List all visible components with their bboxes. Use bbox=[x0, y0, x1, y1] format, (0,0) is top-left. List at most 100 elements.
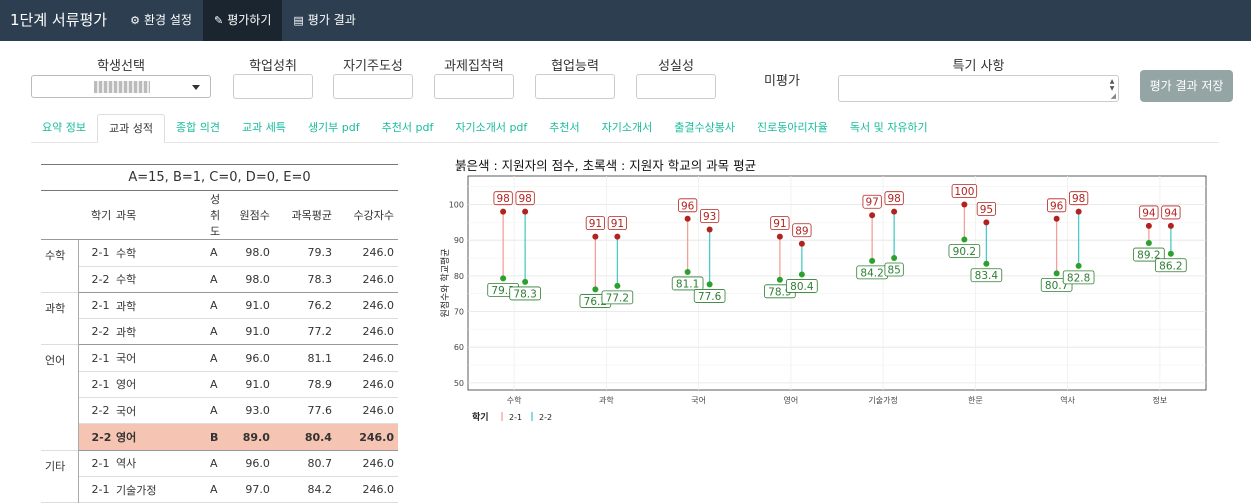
y-axis-label: 원점수와 학교평균 bbox=[440, 248, 451, 317]
semester-cell: 2-2 bbox=[78, 266, 112, 293]
achievement-cell: A bbox=[210, 246, 218, 260]
score-point bbox=[500, 208, 507, 215]
tab-overall-opinion[interactable]: 종합 의견 bbox=[165, 114, 231, 142]
tab-self-intro[interactable]: 자기소개서 bbox=[591, 114, 664, 142]
students-cell: 246.0 bbox=[362, 404, 395, 418]
score-label: 91 bbox=[611, 218, 624, 230]
average-point bbox=[891, 255, 898, 262]
score-label: 95 bbox=[980, 204, 993, 216]
score-cell: 91.0 bbox=[226, 318, 274, 346]
score-label: 98 bbox=[518, 193, 531, 205]
score-cell: 97.0 bbox=[245, 483, 270, 497]
subject-cell: 국어 bbox=[116, 404, 137, 418]
score-point bbox=[776, 233, 783, 240]
average-point bbox=[592, 286, 599, 293]
tab-reading[interactable]: 독서 및 자유하기 bbox=[839, 114, 939, 142]
resize-grip-icon[interactable]: ◢ bbox=[1111, 92, 1116, 100]
students-cell: 246.0 bbox=[335, 266, 398, 293]
semester-cell: 2-2 bbox=[78, 423, 112, 451]
score-point bbox=[1075, 208, 1082, 215]
average-cell: 79.3 bbox=[307, 246, 332, 260]
average-point bbox=[961, 236, 968, 243]
score-label: 93 bbox=[703, 211, 716, 223]
x-tick-label: 국어 bbox=[691, 395, 706, 405]
average-point bbox=[1075, 262, 1082, 269]
achievement-cell: A bbox=[210, 404, 218, 418]
tab-recommendation[interactable]: 추천서 bbox=[538, 114, 590, 142]
students-cell: 246.0 bbox=[362, 246, 395, 260]
score-point bbox=[983, 219, 990, 226]
subject-cell: 수학 bbox=[116, 246, 137, 260]
group-cell: 과학 bbox=[41, 292, 79, 345]
nav-evaluate-label: 평가하기 bbox=[227, 13, 272, 27]
average-point bbox=[1053, 270, 1060, 277]
score-point bbox=[798, 240, 805, 247]
remarks-textarea[interactable]: ▲ ▼ ◢ bbox=[838, 75, 1119, 102]
field-label-persistence: 과제집착력 bbox=[444, 59, 504, 74]
students-cell: 246.0 bbox=[362, 456, 395, 470]
x-tick-label: 역사 bbox=[1060, 395, 1075, 405]
score-point bbox=[614, 233, 621, 240]
table-row-highlighted: 2-2 영어 B 89.0 80.4 246.0 bbox=[41, 423, 398, 451]
col-header-achievement: 성취도 bbox=[168, 190, 226, 241]
average-point bbox=[1167, 250, 1174, 257]
top-navbar: 1단계 서류평가 ⚙ 환경 설정 ✎ 평가하기 ▤ 평가 결과 bbox=[0, 0, 1251, 41]
semester-cell: 2-1 bbox=[91, 299, 110, 313]
nav-settings[interactable]: ⚙ 환경 설정 bbox=[119, 0, 203, 41]
score-point bbox=[1145, 222, 1152, 229]
tab-subject-details[interactable]: 교과 세특 bbox=[231, 114, 297, 142]
tab-summary[interactable]: 요약 정보 bbox=[31, 114, 97, 142]
student-select-label: 학생선택 bbox=[97, 59, 145, 74]
achievement-cell: A bbox=[210, 483, 218, 497]
table-row: 2-2 수학 A 98.0 78.3 246.0 bbox=[41, 266, 398, 293]
tab-career-club[interactable]: 진로동아리자율 bbox=[746, 114, 839, 142]
col-header-subject: 과목 bbox=[112, 190, 168, 241]
average-label: 86.2 bbox=[1159, 260, 1182, 272]
academic-input[interactable] bbox=[233, 74, 313, 99]
y-tick-label: 90 bbox=[454, 236, 464, 245]
table-row: 기타 2-1 역사 A 96.0 80.7 246.0 bbox=[41, 450, 398, 503]
save-result-button[interactable]: 평가 결과 저장 bbox=[1140, 70, 1233, 102]
tab-recommendation-pdf[interactable]: 추천서 pdf bbox=[371, 114, 445, 142]
average-point bbox=[983, 260, 990, 267]
score-cell: 89.0 bbox=[226, 423, 274, 451]
group-cell: 언어 bbox=[41, 344, 79, 451]
tab-grades[interactable]: 교과 성적 bbox=[96, 114, 165, 143]
score-point bbox=[961, 201, 968, 208]
achievement-cell: B bbox=[168, 423, 226, 451]
tab-record-pdf[interactable]: 생기부 pdf bbox=[297, 114, 371, 142]
x-tick-label: 기술가정 bbox=[868, 395, 897, 405]
selfdirected-input[interactable] bbox=[333, 74, 413, 99]
students-cell: 246.0 bbox=[362, 483, 395, 497]
field-label-sincerity: 성실성 bbox=[658, 59, 694, 74]
y-tick-label: 100 bbox=[449, 201, 464, 210]
subject-cell: 영어 bbox=[116, 378, 137, 392]
tab-self-intro-pdf[interactable]: 자기소개서 pdf bbox=[444, 114, 538, 142]
table-row: 2-2 과학 A 91.0 77.2 246.0 bbox=[41, 318, 398, 346]
col-header-group bbox=[41, 190, 78, 241]
unrated-status: 미평가 bbox=[764, 74, 800, 89]
score-cell: 98.0 bbox=[245, 246, 270, 260]
legend-label: 2-1 bbox=[509, 413, 522, 422]
semester-cell: 2-1 bbox=[91, 483, 110, 497]
persistence-input[interactable] bbox=[434, 74, 514, 99]
table-row: 2-1 기술가정 A 97.0 84.2 246.0 bbox=[41, 476, 398, 503]
semester-cell: 2-1 bbox=[91, 351, 110, 365]
score-cell: 96.0 bbox=[245, 351, 270, 365]
tab-attendance-awards[interactable]: 출결수상봉사 bbox=[663, 114, 746, 142]
group-cell: 수학 bbox=[41, 239, 79, 293]
average-label: 80.4 bbox=[790, 281, 814, 293]
student-select[interactable] bbox=[31, 75, 211, 98]
average-point bbox=[706, 281, 713, 288]
x-tick-label: 수학 bbox=[507, 395, 522, 405]
semester-cell: 2-2 bbox=[78, 318, 112, 346]
collaboration-input[interactable] bbox=[535, 74, 615, 99]
brand-title[interactable]: 1단계 서류평가 bbox=[0, 0, 119, 41]
nav-evaluate[interactable]: ✎ 평가하기 bbox=[202, 0, 283, 41]
score-point bbox=[684, 215, 691, 222]
sincerity-input[interactable] bbox=[636, 74, 716, 99]
nav-results[interactable]: ▤ 평가 결과 bbox=[282, 0, 366, 41]
average-label: 77.6 bbox=[698, 291, 722, 303]
students-cell: 246.0 bbox=[335, 318, 398, 346]
score-point bbox=[891, 208, 898, 215]
